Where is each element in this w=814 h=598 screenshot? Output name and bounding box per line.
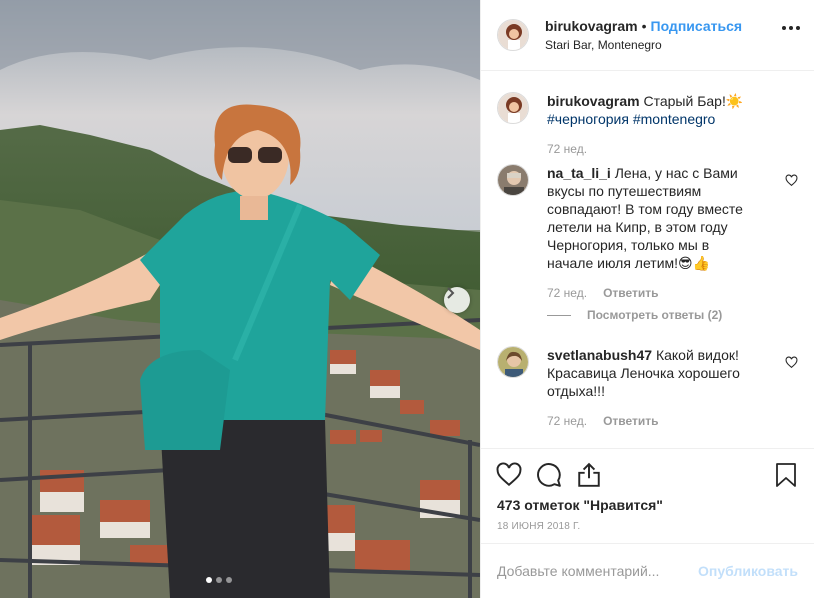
carousel-dot xyxy=(206,577,212,583)
reply-button[interactable]: Ответить xyxy=(603,414,658,428)
caption-meta: 72 нед. xyxy=(547,142,798,156)
share-icon[interactable] xyxy=(569,455,609,495)
divider xyxy=(547,314,571,316)
caption-avatar[interactable] xyxy=(497,92,529,124)
carousel-dot xyxy=(226,577,232,583)
caption-time: 72 нед. xyxy=(547,142,588,156)
avatar-image xyxy=(498,93,528,123)
comment-item: svetlanabush47 Какой видок! Красавица Ле… xyxy=(497,346,798,428)
next-slide-button[interactable] xyxy=(444,287,470,313)
avatar-image xyxy=(498,347,528,377)
caption: birukovagram Старый Бар!☀️ #черногория #… xyxy=(497,92,798,156)
comment-icon[interactable] xyxy=(529,455,569,495)
caption-username[interactable]: birukovagram xyxy=(547,93,640,109)
chevron-right-icon xyxy=(447,287,455,299)
avatar-image xyxy=(498,165,528,195)
post-side-panel: birukovagram • Подписаться Stari Bar, Mont… xyxy=(480,0,814,598)
comment-time: 72 нед. xyxy=(547,414,588,428)
avatar-image xyxy=(498,20,528,50)
sun-emoji: ☀️ xyxy=(725,93,744,109)
heart-icon[interactable] xyxy=(489,455,529,495)
carousel-dot xyxy=(216,577,222,583)
separator: • xyxy=(641,18,647,34)
post-actions: 473 отметок "Нравится" 18 ИЮНЯ 2018 Г. xyxy=(481,448,814,532)
comment-time: 72 нед. xyxy=(547,286,588,300)
caption-text: Старый Бар! xyxy=(643,93,726,109)
comment-username[interactable]: na_ta_li_i xyxy=(547,165,611,181)
hashtag-link[interactable]: #черногория xyxy=(547,111,629,127)
author-avatar[interactable] xyxy=(497,19,529,51)
reply-button[interactable]: Ответить xyxy=(603,286,658,300)
author-username[interactable]: birukovagram xyxy=(545,18,638,34)
post-date[interactable]: 18 ИЮНЯ 2018 Г. xyxy=(497,521,798,532)
add-comment-bar: Опубликовать xyxy=(481,543,814,598)
post-comment-button[interactable]: Опубликовать xyxy=(698,563,798,579)
post-photo[interactable] xyxy=(0,0,480,598)
photo-scene xyxy=(0,0,480,598)
comment-item: na_ta_li_i Лена, у нас с Вами вкусы по п… xyxy=(497,164,798,300)
comment-meta: 72 нед. Ответить xyxy=(547,286,798,300)
likes-count[interactable]: 473 отметок "Нравится" xyxy=(497,497,798,513)
comment-meta: 72 нед. Ответить xyxy=(547,414,798,428)
hashtag-link[interactable]: #montenegro xyxy=(633,111,716,127)
view-replies-label: Посмотреть ответы (2) xyxy=(587,308,723,322)
more-options-icon[interactable] xyxy=(782,26,800,30)
commenter-avatar[interactable] xyxy=(497,164,529,196)
comment-username[interactable]: svetlanabush47 xyxy=(547,347,652,363)
follow-button[interactable]: Подписаться xyxy=(651,18,743,34)
bookmark-icon[interactable] xyxy=(766,455,806,495)
like-comment-icon[interactable] xyxy=(785,356,798,369)
post-header: birukovagram • Подписаться Stari Bar, Mont… xyxy=(481,0,814,71)
like-comment-icon[interactable] xyxy=(785,174,798,187)
view-replies-button[interactable]: Посмотреть ответы (2) xyxy=(547,308,722,322)
comment-input[interactable] xyxy=(497,563,699,579)
location-link[interactable]: Stari Bar, Montenegro xyxy=(545,37,742,53)
commenter-avatar[interactable] xyxy=(497,346,529,378)
comments-list: birukovagram Старый Бар!☀️ #черногория #… xyxy=(481,72,814,448)
carousel-indicator xyxy=(206,577,232,583)
